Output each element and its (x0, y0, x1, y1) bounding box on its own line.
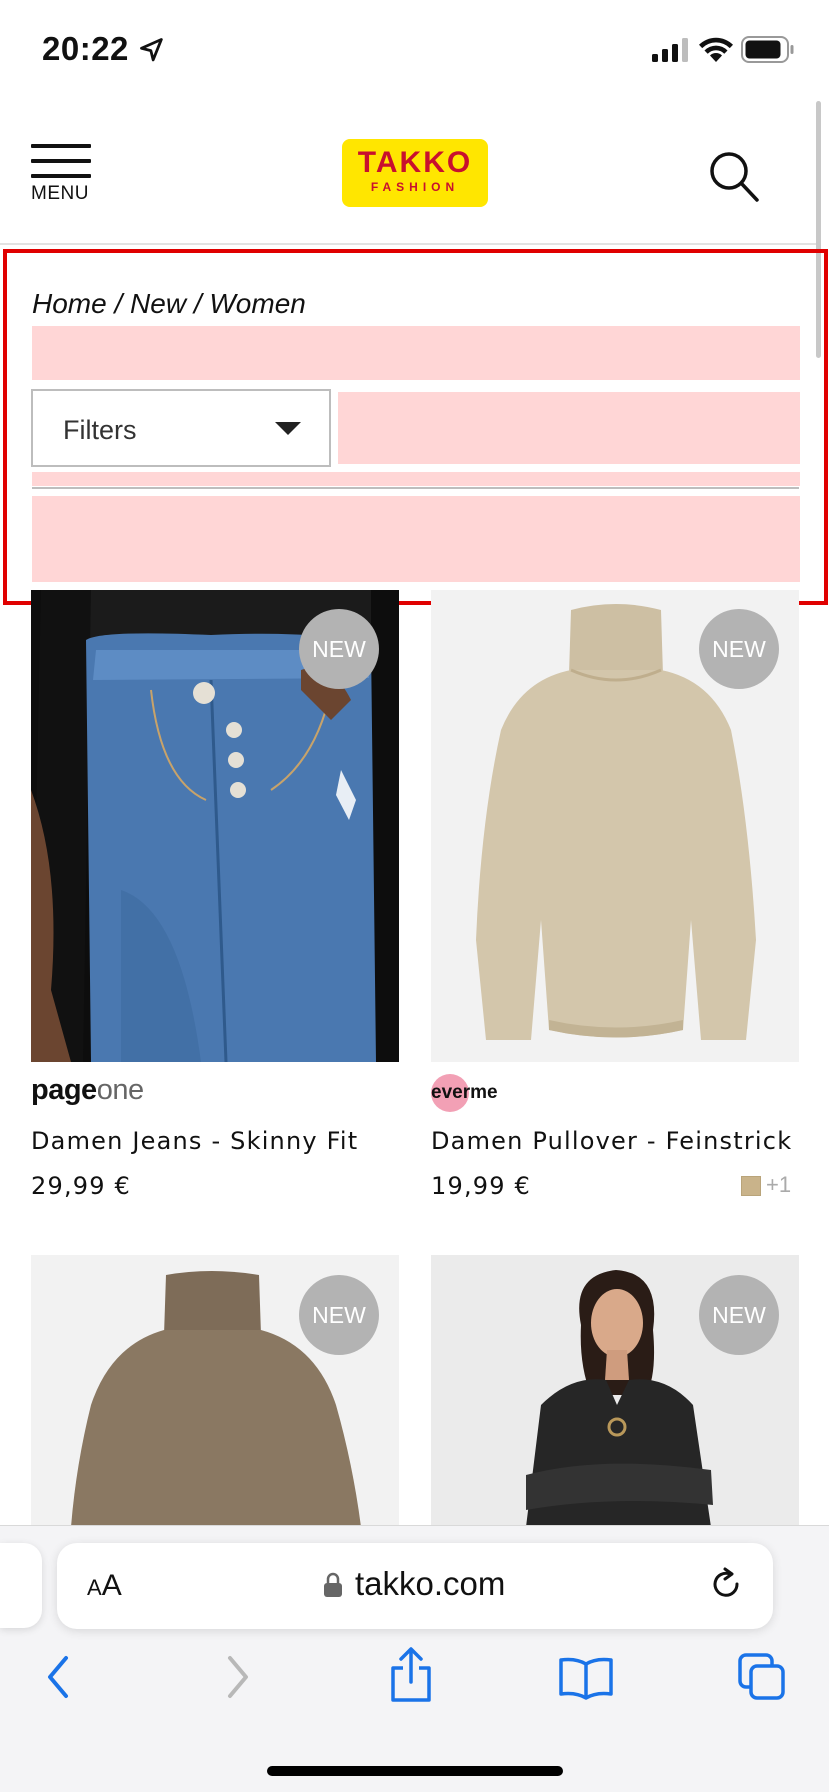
breadcrumb[interactable]: Home / New / Women (32, 288, 306, 320)
product-name[interactable]: Damen Jeans - Skinny Fit (31, 1127, 358, 1155)
new-badge: NEW (699, 609, 779, 689)
placeholder-block-category-title (32, 326, 800, 380)
header-divider (0, 243, 820, 245)
text-size-small-a: A (87, 1575, 102, 1600)
new-badge: NEW (299, 1275, 379, 1355)
filters-dropdown[interactable]: Filters (31, 389, 331, 467)
brand-logo-pageone[interactable]: pageone (31, 1074, 144, 1107)
filter-divider (32, 487, 799, 489)
brand-logo-text: everme (431, 1082, 498, 1103)
battery-icon (741, 36, 794, 63)
placeholder-block-sort (338, 392, 800, 464)
brand-logo-part: one (96, 1074, 144, 1106)
home-indicator[interactable] (267, 1766, 563, 1776)
hamburger-icon-line (31, 174, 91, 178)
signal-icon (652, 38, 688, 62)
logo-main-text: TAKKO (357, 146, 473, 179)
bookmarks-icon[interactable] (558, 1656, 614, 1700)
lock-icon (324, 1572, 342, 1597)
menu-button[interactable] (31, 144, 91, 180)
caret-down-icon (275, 422, 301, 435)
hamburger-icon (31, 144, 91, 148)
hamburger-icon-line (31, 159, 91, 163)
color-swatch[interactable] (741, 1176, 761, 1196)
logo-sub-text: FASHION (370, 180, 460, 194)
product-price: 29,99 € (31, 1172, 132, 1200)
search-icon[interactable] (708, 150, 760, 204)
forward-arrow-icon[interactable] (224, 1654, 252, 1700)
back-arrow-icon[interactable] (44, 1654, 72, 1700)
status-time: 20:22 (42, 30, 129, 67)
menu-label[interactable]: MENU (31, 183, 89, 205)
address-bar[interactable]: AAAA takko.com (57, 1543, 773, 1629)
new-badge: NEW (299, 609, 379, 689)
share-icon[interactable] (388, 1646, 434, 1704)
filters-label: Filters (63, 415, 137, 445)
brand-logo-part: page (31, 1074, 97, 1106)
location-arrow-icon (140, 38, 163, 62)
more-colors-count[interactable]: +1 (766, 1172, 791, 1198)
tabs-icon[interactable] (737, 1652, 787, 1702)
product-name[interactable]: Damen Pullover - Feinstrick (431, 1127, 792, 1155)
wifi-icon (699, 37, 733, 62)
placeholder-block-strip (32, 472, 800, 486)
product-price: 19,99 € (431, 1172, 532, 1200)
previous-tab-pill[interactable] (0, 1543, 42, 1628)
takko-logo[interactable]: TAKKO FASHION (342, 139, 488, 207)
text-size-button[interactable]: AAAA (87, 1569, 122, 1603)
url-text[interactable]: takko.com (355, 1565, 505, 1603)
placeholder-block-banner (32, 496, 800, 582)
reload-icon[interactable] (709, 1567, 745, 1603)
new-badge: NEW (699, 1275, 779, 1355)
status-bar: 20:22 (0, 0, 829, 100)
